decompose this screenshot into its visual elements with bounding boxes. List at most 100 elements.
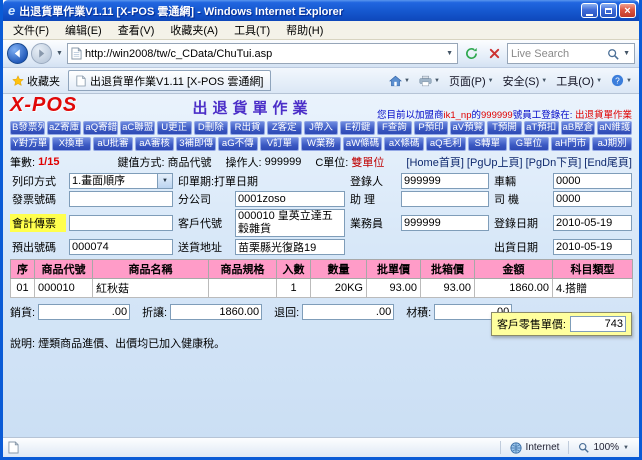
menu-item-5[interactable]: 工具(T) [226, 20, 278, 40]
menu-item-1[interactable]: 文件(F) [5, 20, 57, 40]
discount-field[interactable] [170, 304, 262, 320]
sales-field[interactable] [38, 304, 130, 320]
menu-item-3[interactable]: 查看(V) [110, 20, 163, 40]
ship-date-field[interactable] [553, 239, 632, 255]
address-url[interactable]: http://win2008/tw/c_CData/ChuTui.asp [85, 48, 442, 60]
goods-cell: 01 [11, 279, 35, 298]
fn-button-r1-6[interactable]: D刪除 [194, 121, 229, 135]
fn-button-r2-3[interactable]: aU批審 [93, 137, 133, 151]
fn-button-r1-14[interactable]: T預開 [487, 121, 522, 135]
minimize-button[interactable] [581, 3, 598, 18]
search-placeholder[interactable]: Live Search [511, 48, 604, 60]
fn-button-r2-2[interactable]: X換車 [52, 137, 92, 151]
return-field[interactable] [302, 304, 394, 320]
safety-menu-button[interactable]: 安全(S)▼ [500, 71, 551, 91]
fn-button-r1-3[interactable]: aQ寄錯 [83, 121, 118, 135]
chevron-down-icon[interactable]: ▼ [157, 174, 172, 188]
fn-button-r1-2[interactable]: aZ寄庫 [47, 121, 82, 135]
fn-button-r1-8[interactable]: Z客定 [267, 121, 302, 135]
fn-button-r2-15[interactable]: aJ期別 [592, 137, 632, 151]
fn-button-r2-14[interactable]: aH門市 [551, 137, 591, 151]
tools-menu-button[interactable]: 工具(O)▼ [553, 71, 605, 91]
ship-address-field[interactable] [235, 239, 345, 255]
fn-button-r1-16[interactable]: aB壓倉 [561, 121, 596, 135]
search-icon[interactable] [607, 48, 619, 60]
globe-icon [510, 442, 522, 454]
driver-field[interactable] [553, 191, 632, 207]
address-dropdown[interactable]: ▼ [445, 50, 454, 57]
fn-button-r1-7[interactable]: R出貨 [230, 121, 265, 135]
fn-button-r2-8[interactable]: W業務 [301, 137, 341, 151]
fn-button-r2-13[interactable]: G單位 [509, 137, 549, 151]
refresh-button[interactable] [461, 44, 481, 64]
fn-button-r1-5[interactable]: U更正 [157, 121, 192, 135]
voucher-field[interactable] [69, 215, 173, 231]
fn-button-r2-6[interactable]: aG不傳 [218, 137, 258, 151]
goods-cell: 1 [277, 279, 311, 298]
print-button[interactable]: ▼ [416, 73, 443, 89]
fn-button-r1-13[interactable]: aV預覽 [450, 121, 485, 135]
fn-button-r2-7[interactable]: V訂單 [260, 137, 300, 151]
zoom-control[interactable]: 100% ▼ [573, 442, 634, 453]
fn-button-r1-17[interactable]: aN維護 [597, 121, 632, 135]
login-user-field[interactable] [401, 173, 489, 189]
browser-tab[interactable]: 出退貨單作業V1.11 [X-POS 雲通網] [68, 70, 271, 91]
page-menu-label: 页面(P) [449, 73, 486, 89]
fn-button-r1-15[interactable]: aT預扣 [524, 121, 559, 135]
menu-item-2[interactable]: 编辑(E) [57, 20, 110, 40]
fn-button-r1-12[interactable]: P預印 [414, 121, 449, 135]
browser-window: e 出退貨單作業V1.11 [X-POS 雲通網] - Windows Inte… [0, 0, 642, 460]
menu-item-4[interactable]: 收藏夹(A) [162, 20, 226, 40]
menu-item-6[interactable]: 帮助(H) [278, 20, 331, 40]
status-separator [568, 441, 569, 454]
fn-button-r2-12[interactable]: S轉單 [468, 137, 508, 151]
tab-title: 出退貨單作業V1.11 [X-POS 雲通網] [90, 73, 263, 89]
fn-button-r2-10[interactable]: aX條碼 [384, 137, 424, 151]
back-button[interactable] [7, 43, 28, 64]
print-icon [419, 75, 432, 87]
customer-field[interactable]: 000010 皇英立達五穀雜貨 [235, 209, 345, 237]
branch-field[interactable] [235, 191, 345, 207]
home-button[interactable]: ▼ [386, 73, 413, 89]
login-date-field[interactable] [553, 215, 632, 231]
search-box[interactable]: Live Search ▼ [507, 43, 635, 64]
fn-button-r1-1[interactable]: B發票列 [10, 121, 45, 135]
stop-icon [489, 48, 500, 59]
home-icon [389, 75, 402, 87]
fn-button-r2-5[interactable]: 3補即傳 [176, 137, 216, 151]
stop-button[interactable] [484, 44, 504, 64]
sales-label: 銷貨: [10, 304, 35, 320]
fn-button-r2-9[interactable]: aW條碼 [343, 137, 383, 151]
goods-row[interactable]: 01000010紅秋菇120KG93.0093.001860.004.搭贈 [11, 279, 633, 298]
fn-button-r2-1[interactable]: Y對方單 [10, 137, 50, 151]
fn-button-r2-4[interactable]: aA審核 [135, 137, 175, 151]
search-dropdown[interactable]: ▼ [622, 50, 631, 57]
unit-value: 雙單位 [351, 154, 384, 170]
help-button[interactable]: ? ▼ [608, 72, 635, 89]
assistant-field[interactable] [401, 191, 489, 207]
fn-button-r1-4[interactable]: aC聯盟 [120, 121, 155, 135]
print-mode-select[interactable]: 1.畫面順序 ▼ [69, 173, 173, 189]
operator-label: 操作人: [226, 154, 262, 170]
preout-no-field[interactable] [69, 239, 173, 255]
close-button[interactable]: × [619, 3, 636, 18]
invoice-no-field[interactable] [69, 191, 173, 207]
fn-button-r1-10[interactable]: E初鍵 [340, 121, 375, 135]
maximize-button[interactable] [600, 3, 617, 18]
fn-button-r1-11[interactable]: F查詢 [377, 121, 412, 135]
fn-button-r1-9[interactable]: J帶入 [304, 121, 339, 135]
print-mode-label: 列印方式 [10, 173, 66, 189]
fn-button-r2-11[interactable]: aQ毛利 [426, 137, 466, 151]
history-dropdown[interactable]: ▼ [55, 50, 64, 57]
page-menu-button[interactable]: 页面(P)▼ [446, 71, 497, 91]
return-label: 退回: [274, 304, 299, 320]
salesman-field[interactable] [401, 215, 489, 231]
retail-price-field[interactable] [570, 316, 626, 332]
favorites-button[interactable]: 收藏夹 [7, 71, 65, 91]
zoom-icon [578, 442, 589, 453]
goods-cell: 000010 [35, 279, 93, 298]
vehicle-field[interactable] [553, 173, 632, 189]
safety-menu-label: 安全(S) [503, 73, 540, 89]
address-bar[interactable]: http://win2008/tw/c_CData/ChuTui.asp ▼ [67, 43, 458, 64]
forward-button[interactable] [31, 43, 52, 64]
